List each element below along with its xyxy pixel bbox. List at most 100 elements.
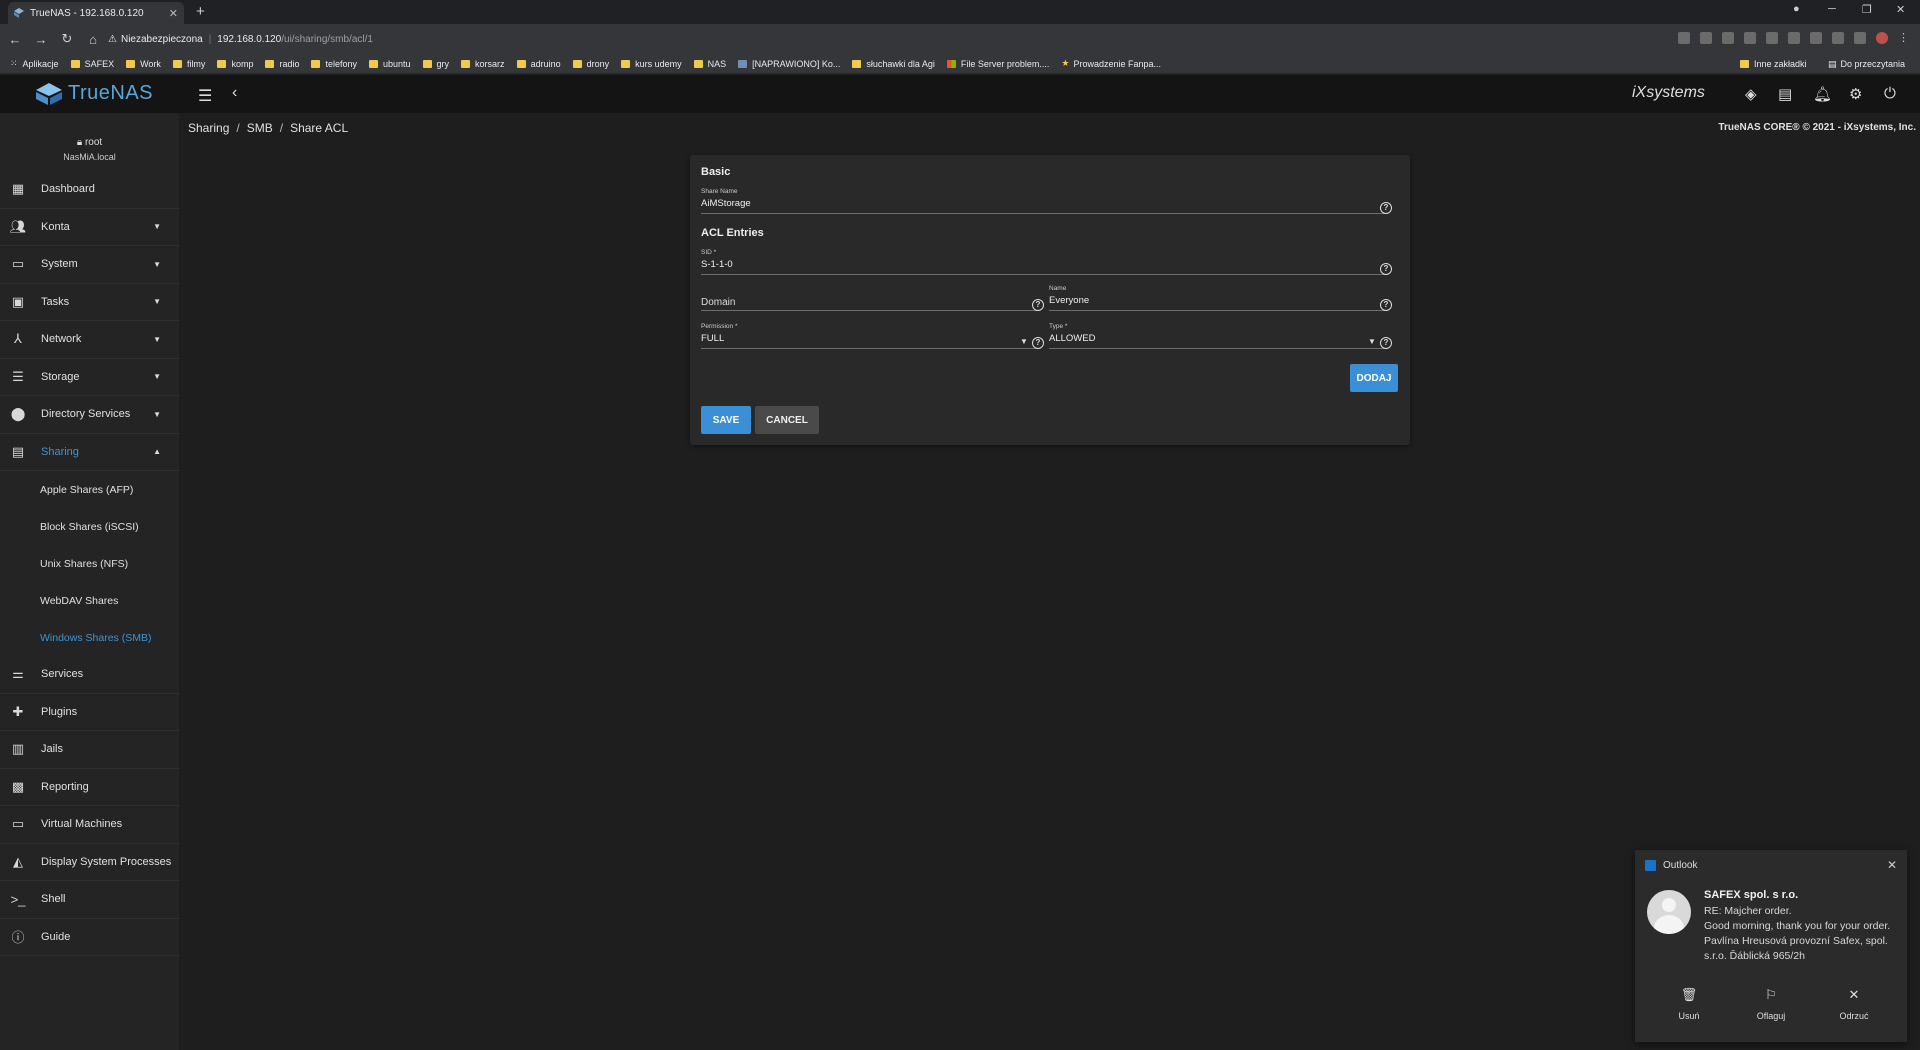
domain-placeholder[interactable]: Domain [701, 297, 735, 308]
outlook-notification[interactable]: Outlook ✕ SAFEX spol. s r.o. RE: Majcher… [1635, 850, 1907, 1042]
sidebar-item-shell[interactable]: >_ Shell [0, 881, 179, 919]
share-name-value[interactable]: AiMStorage [701, 198, 751, 209]
save-button[interactable]: SAVE [701, 406, 751, 434]
task-manager-icon[interactable]: ▤ [1778, 85, 1792, 103]
extension-icon[interactable] [1744, 32, 1756, 44]
other-bookmarks[interactable]: Inne zakładki [1740, 54, 1807, 74]
sidebar-subitem-nfs[interactable]: Unix Shares (NFS) [0, 545, 179, 582]
sidebar-item-display-system-processes[interactable]: ◭ Display System Processes [0, 844, 179, 881]
sidebar-item-directory-services[interactable]: ⬤ Directory Services ▼ [0, 396, 179, 434]
reading-list[interactable]: ▤ Do przeczytania [1828, 54, 1905, 74]
truecommand-icon[interactable]: ◈ [1745, 85, 1757, 103]
permission-select[interactable]: Permission * FULL [701, 323, 1038, 349]
truenas-logo[interactable]: TrueNAS [36, 82, 153, 105]
sidebar-subitem-smb[interactable]: Windows Shares (SMB) [0, 619, 179, 656]
reload-icon[interactable]: ↻ [56, 31, 78, 47]
bookmark-folder[interactable]: słuchawki dla Agi [852, 59, 935, 69]
address-bar[interactable]: ⚠ Niezabezpieczona | 192.168.0.120/ui/sh… [108, 29, 1648, 49]
sidebar-subitem-webdav[interactable]: WebDAV Shares [0, 582, 179, 619]
sidebar-item-tasks[interactable]: ▣ Tasks ▼ [0, 284, 179, 321]
bookmark-folder[interactable]: Work [126, 59, 161, 69]
extension-icon[interactable] [1722, 32, 1734, 44]
type-select[interactable]: Type * ALLOWED [1049, 323, 1386, 349]
back-icon[interactable]: ← [4, 32, 26, 47]
share-name-field[interactable]: Share Name AiMStorage [701, 188, 1386, 214]
menu-icon[interactable]: ⋮ [1898, 32, 1910, 44]
bookmark-folder[interactable]: gry [422, 59, 449, 69]
delete-action[interactable]: 🗑︎ Usuń [1659, 987, 1719, 1021]
sidebar-item-konta[interactable]: 👥︎ Konta ▼ [0, 209, 179, 246]
settings-gear-icon[interactable]: ⚙ [1849, 85, 1862, 103]
add-entry-button[interactable]: DODAJ [1350, 364, 1398, 392]
bookmark-link[interactable]: ★ Prowadzenie Fanpa... [1061, 58, 1161, 69]
notifications-bell-icon[interactable]: 🔔︎ [1813, 85, 1832, 103]
extension-icon[interactable] [1788, 32, 1800, 44]
new-tab-button[interactable]: + [196, 3, 205, 20]
name-field[interactable]: Name Everyone [1049, 285, 1386, 311]
warning-icon[interactable]: ⚠ [108, 34, 117, 45]
sidebar-item-sharing[interactable]: ▤ Sharing ▲ [0, 434, 179, 471]
bookmark-folder[interactable]: radio [265, 59, 299, 69]
bookmark-folder[interactable]: adruino [516, 59, 561, 69]
bookmark-folder[interactable]: SAFEX [70, 59, 114, 69]
sid-value[interactable]: S-1-1-0 [701, 259, 733, 270]
sid-field[interactable]: SID * S-1-1-0 [701, 249, 1386, 275]
menu-toggle-icon[interactable]: ☰ [198, 86, 212, 106]
dropdown-arrow-icon[interactable]: ▼ [1368, 337, 1376, 346]
reading-list-icon[interactable] [1854, 32, 1866, 44]
notification-close-icon[interactable]: ✕ [1887, 858, 1897, 872]
bookmark-link[interactable]: [NAPRAWIONO] Ko... [738, 59, 840, 69]
breadcrumb-smb[interactable]: SMB [247, 121, 273, 135]
apps-bookmark[interactable]: ⁙ Aplikacje [10, 58, 59, 69]
breadcrumb-sharing[interactable]: Sharing [188, 121, 229, 135]
home-icon[interactable]: ⌂ [82, 32, 104, 47]
sidebar-item-guide[interactable]: ⓘ Guide [0, 919, 179, 956]
tab-close-icon[interactable]: ✕ [169, 7, 178, 20]
bookmark-folder[interactable]: kurs udemy [621, 59, 682, 69]
sidebar-item-jails[interactable]: ▥ Jails [0, 731, 179, 769]
restore-icon[interactable]: ❐ [1862, 3, 1872, 16]
key-icon[interactable] [1678, 32, 1690, 44]
sidebar-item-virtual-machines[interactable]: ▭ Virtual Machines [0, 806, 179, 844]
bookmark-link[interactable]: File Server problem.... [946, 59, 1049, 69]
help-icon[interactable]: ? [1032, 299, 1044, 311]
bookmark-folder[interactable]: telefony [311, 59, 357, 69]
sidebar-subitem-afp[interactable]: Apple Shares (AFP) [0, 471, 179, 508]
minimize-icon[interactable]: ─ [1828, 3, 1836, 15]
dismiss-action[interactable]: ✕ Odrzuć [1824, 987, 1884, 1021]
sidebar-item-dashboard[interactable]: ▦ Dashboard [0, 171, 179, 209]
bookmark-folder[interactable]: korsarz [461, 59, 505, 69]
collapse-chevron-icon[interactable]: ‹ [232, 84, 237, 102]
sidebar-item-network[interactable]: ⅄ Network ▼ [0, 321, 179, 359]
browser-tab[interactable]: TrueNAS - 192.168.0.120 ✕ [8, 2, 184, 24]
ixsystems-logo[interactable]: iXsystems [1632, 84, 1705, 102]
cancel-button[interactable]: CANCEL [755, 406, 819, 434]
star-icon[interactable] [1700, 32, 1712, 44]
help-icon[interactable]: ? [1380, 337, 1392, 349]
help-icon[interactable]: ? [1032, 337, 1044, 349]
help-icon[interactable]: ? [1380, 202, 1392, 214]
sidebar-item-reporting[interactable]: ▩ Reporting [0, 769, 179, 806]
sidebar-item-plugins[interactable]: ✚ Plugins [0, 694, 179, 731]
security-label[interactable]: Niezabezpieczona [121, 34, 203, 45]
domain-field[interactable]: Domain [701, 285, 1038, 311]
avatar-icon[interactable] [1876, 32, 1888, 44]
forward-icon[interactable]: → [30, 32, 52, 47]
bookmark-folder[interactable]: komp [217, 59, 253, 69]
bookmark-folder[interactable]: drony [572, 59, 609, 69]
sidebar-item-system[interactable]: ▭ System ▼ [0, 246, 179, 284]
extension-icon[interactable] [1766, 32, 1778, 44]
power-icon[interactable]: ⏻ [1884, 85, 1896, 102]
sidebar-item-storage[interactable]: ☰ Storage ▼ [0, 359, 179, 396]
extension-icon[interactable] [1810, 32, 1822, 44]
name-value[interactable]: Everyone [1049, 295, 1089, 306]
permission-value[interactable]: FULL [701, 333, 724, 344]
profile-icon[interactable]: ● [1793, 3, 1800, 15]
help-icon[interactable]: ? [1380, 299, 1392, 311]
dropdown-arrow-icon[interactable]: ▼ [1020, 337, 1028, 346]
bookmark-folder[interactable]: filmy [172, 59, 205, 69]
bookmark-folder[interactable]: ubuntu [369, 59, 411, 69]
window-close-icon[interactable]: ✕ [1896, 3, 1905, 16]
help-icon[interactable]: ? [1380, 263, 1392, 275]
flag-action[interactable]: ⚐ Oflaguj [1741, 987, 1801, 1021]
